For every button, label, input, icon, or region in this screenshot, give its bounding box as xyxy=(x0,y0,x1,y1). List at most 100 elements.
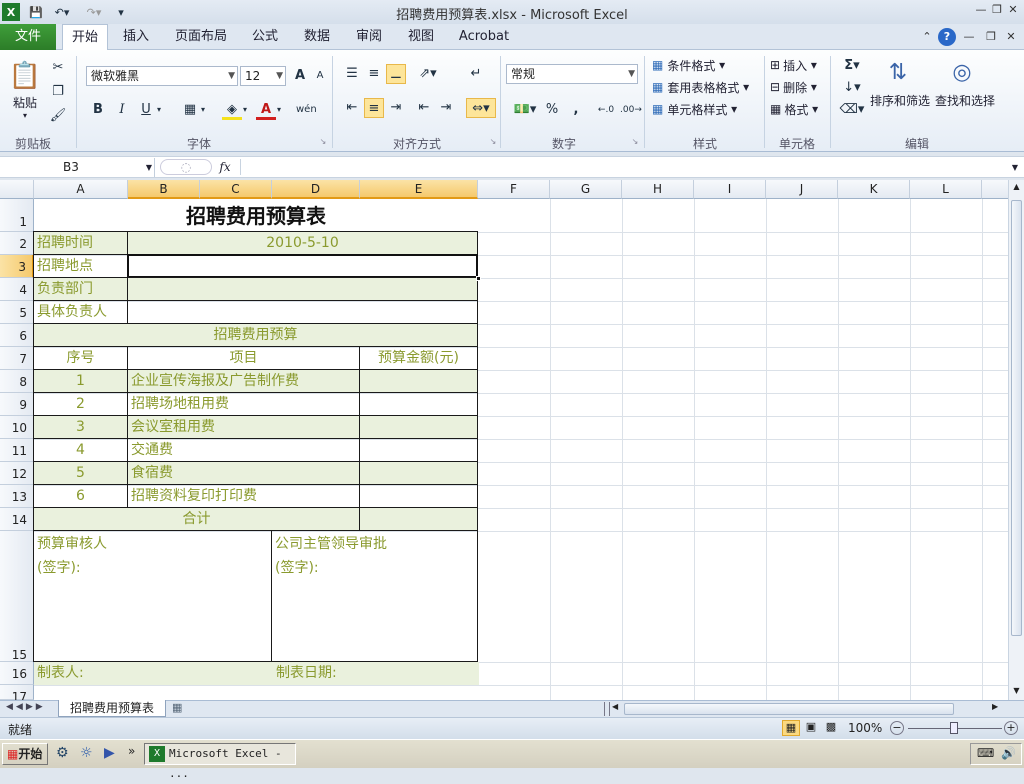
section-heading[interactable]: 招聘费用预算 xyxy=(33,323,478,347)
paste-dropdown-icon[interactable]: ▾ xyxy=(20,110,30,120)
row-header-16[interactable]: 16 xyxy=(0,662,34,685)
font-color-dropdown-icon[interactable]: ▾ xyxy=(274,100,284,120)
align-top-icon[interactable]: ☰ xyxy=(342,64,362,84)
taskbar-excel-button[interactable]: X Microsoft Excel - ... xyxy=(144,743,296,780)
merge-center-icon[interactable]: ⇔▾ xyxy=(466,98,496,118)
maker-label[interactable]: 制表人: xyxy=(34,662,273,685)
quicklaunch-ie-icon[interactable]: ☼ xyxy=(80,745,98,763)
column-header-i[interactable]: I xyxy=(694,180,766,199)
row-header-11[interactable]: 11 xyxy=(0,439,34,462)
grow-font-icon[interactable]: A xyxy=(290,66,310,86)
percent-style-button[interactable]: % xyxy=(542,100,562,120)
format-painter-icon[interactable]: 🖌 xyxy=(48,106,68,126)
scroll-right-icon[interactable]: ▶ xyxy=(992,702,1002,711)
align-right-icon[interactable]: ⇥ xyxy=(386,98,406,118)
horizontal-scroll-thumb[interactable] xyxy=(624,703,954,715)
decrease-decimal-icon[interactable]: .00→ xyxy=(620,100,642,120)
row-header-9[interactable]: 9 xyxy=(0,393,34,416)
row-header-13[interactable]: 13 xyxy=(0,485,34,508)
keyboard-icon[interactable]: ⌨ xyxy=(977,746,994,760)
item-amount[interactable] xyxy=(359,392,478,416)
increase-decimal-icon[interactable]: ←.0 xyxy=(596,100,616,120)
column-header-b[interactable]: B xyxy=(128,180,200,199)
item-number[interactable]: 3 xyxy=(33,415,128,439)
formula-input[interactable] xyxy=(240,159,1000,175)
worksheet[interactable]: A B C D E F G H I J K L 1 2 3 4 5 6 7 8 … xyxy=(0,180,1008,700)
field-value-location[interactable] xyxy=(127,254,478,278)
field-label-person[interactable]: 具体负责人 xyxy=(33,300,128,324)
row-header-7[interactable]: 7 xyxy=(0,347,34,370)
column-header-f[interactable]: F xyxy=(478,180,550,199)
column-header-d[interactable]: D xyxy=(272,180,360,199)
vertical-scrollbar[interactable]: ▲ ▼ xyxy=(1008,180,1024,700)
column-header-m[interactable] xyxy=(982,180,1008,199)
accounting-format-icon[interactable]: 💵▾ xyxy=(510,100,540,120)
item-name[interactable]: 招聘资料复印打印费 xyxy=(127,484,360,508)
item-name[interactable]: 食宿费 xyxy=(127,461,360,485)
name-box[interactable]: B3 xyxy=(1,158,155,177)
item-amount[interactable] xyxy=(359,438,478,462)
tab-formulas[interactable]: 公式 xyxy=(246,24,284,50)
insert-function-button[interactable]: fx xyxy=(214,159,236,175)
column-header-k[interactable]: K xyxy=(838,180,910,199)
workbook-restore-icon[interactable]: ❐ xyxy=(984,30,998,44)
borders-icon[interactable]: ▦ xyxy=(180,100,200,120)
format-cells-button[interactable]: ▦ 格式 ▾ xyxy=(770,100,826,118)
column-header-l[interactable]: L xyxy=(910,180,982,199)
phonetic-icon[interactable]: wén xyxy=(296,100,317,120)
fill-handle[interactable] xyxy=(476,276,481,281)
item-name[interactable]: 交通费 xyxy=(127,438,360,462)
italic-button[interactable]: I xyxy=(112,100,132,120)
item-name[interactable]: 招聘场地租用费 xyxy=(127,392,360,416)
scroll-left-icon[interactable]: ◀ xyxy=(612,702,622,711)
total-amount[interactable] xyxy=(359,507,478,531)
cell-styles-button[interactable]: ▦ 单元格样式 ▾ xyxy=(652,100,748,118)
tab-page-layout[interactable]: 页面布局 xyxy=(170,24,232,50)
field-label-location[interactable]: 招聘地点 xyxy=(33,254,128,278)
format-as-table-button[interactable]: ▦ 套用表格格式 ▾ xyxy=(652,78,756,96)
column-header-g[interactable]: G xyxy=(550,180,622,199)
header-amount[interactable]: 预算金额(元) xyxy=(359,346,478,370)
total-label[interactable]: 合计 xyxy=(33,507,360,531)
wrap-text-icon[interactable]: ↵ xyxy=(466,64,486,84)
vertical-scroll-thumb[interactable] xyxy=(1011,200,1022,636)
conditional-formatting-button[interactable]: ▦ 条件格式 ▾ xyxy=(652,56,742,74)
align-bottom-icon[interactable]: ⚊ xyxy=(386,64,406,84)
page-layout-view-icon[interactable]: ▣ xyxy=(802,720,820,736)
field-value-person[interactable] xyxy=(127,300,478,324)
underline-dropdown-icon[interactable]: ▾ xyxy=(154,100,164,120)
zoom-slider-thumb[interactable] xyxy=(950,722,958,734)
sheet-tab-active[interactable]: 招聘费用预算表 xyxy=(58,700,166,717)
orientation-icon[interactable]: ⇗▾ xyxy=(414,64,442,84)
clear-icon[interactable]: ⌫▾ xyxy=(838,100,866,120)
align-middle-icon[interactable]: ≡ xyxy=(364,64,384,84)
find-select-button[interactable]: 查找和选择 xyxy=(932,92,998,108)
row-header-5[interactable]: 5 xyxy=(0,301,34,324)
header-number[interactable]: 序号 xyxy=(33,346,128,370)
field-value-time[interactable]: 2010-5-10 xyxy=(127,231,478,255)
sort-filter-icon[interactable]: ⇅ xyxy=(880,56,916,88)
increase-indent-icon[interactable]: ⇥ xyxy=(436,98,456,118)
row-header-10[interactable]: 10 xyxy=(0,416,34,439)
cut-icon[interactable]: ✂ xyxy=(48,58,68,78)
font-size-select[interactable]: 12 ▼ xyxy=(240,66,286,86)
minimize-ribbon-icon[interactable]: ⌃ xyxy=(920,30,934,44)
copy-icon[interactable]: ❐ xyxy=(48,82,68,102)
font-name-select[interactable]: 微软雅黑 ▼ xyxy=(86,66,238,86)
name-box-dropdown-icon[interactable]: ▼ xyxy=(144,160,154,174)
font-color-icon[interactable]: A xyxy=(256,100,276,120)
tab-file[interactable]: 文件 xyxy=(0,24,56,50)
item-name[interactable]: 会议室租用费 xyxy=(127,415,360,439)
select-all-corner[interactable] xyxy=(0,180,34,199)
find-select-icon[interactable]: ◎ xyxy=(944,56,980,88)
quicklaunch-more-icon[interactable]: » xyxy=(128,744,138,758)
fill-color-icon[interactable]: ◈ xyxy=(222,100,242,120)
help-icon[interactable]: ? xyxy=(938,28,956,46)
zoom-out-icon[interactable]: − xyxy=(890,721,904,735)
start-button[interactable]: ▦开始 xyxy=(2,743,48,765)
tab-acrobat[interactable]: Acrobat xyxy=(456,24,512,50)
quicklaunch-settings-icon[interactable]: ⚙ xyxy=(56,745,74,763)
workbook-close-icon[interactable]: ✕ xyxy=(1004,30,1018,44)
column-header-c[interactable]: C xyxy=(200,180,272,199)
approval-leader-box[interactable]: 公司主管领导审批 (签字): xyxy=(271,530,478,662)
